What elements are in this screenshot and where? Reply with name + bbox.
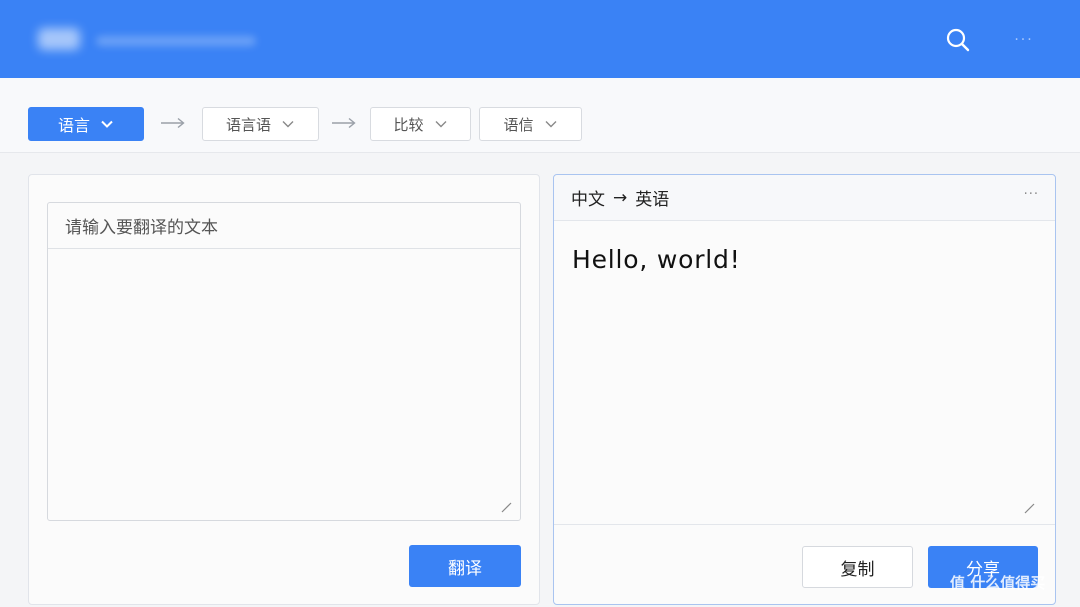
language-toolbar: 语言 语言语 比较 语信: [0, 78, 1080, 153]
compare-select[interactable]: 比较: [370, 107, 471, 141]
language-select-primary[interactable]: 语言: [28, 107, 144, 141]
site-watermark: 值 什么值得买: [950, 568, 1045, 596]
translation-result: Hello, world!: [572, 245, 741, 274]
input-placeholder[interactable]: 请输入要翻译的文本: [48, 203, 520, 249]
select-label: 语言: [57, 116, 90, 135]
target-language: 英语: [635, 190, 670, 210]
source-text-area[interactable]: 请输入要翻译的文本: [47, 202, 521, 521]
chevron-down-icon: [100, 117, 114, 131]
language-select-2[interactable]: 语言语: [202, 107, 319, 141]
resize-handle-icon[interactable]: [500, 498, 512, 513]
direction-arrow: →: [613, 187, 628, 208]
more-menu-button[interactable]: ···: [1004, 24, 1044, 56]
source-language: 中文: [571, 190, 605, 210]
arrow-right-icon: [160, 114, 186, 132]
app-title: [96, 36, 256, 46]
select-label: 语信: [503, 115, 534, 134]
search-button[interactable]: [940, 24, 976, 56]
result-panel: 中文 → 英语 ··· Hello, world! 复制 分享: [553, 174, 1056, 605]
copy-button[interactable]: 复制: [802, 546, 913, 588]
result-header: 中文 → 英语 ···: [554, 175, 1055, 221]
watermark-text: 值 什么值得买: [950, 573, 1046, 592]
arrow-right-icon: [331, 114, 357, 132]
divider: [554, 524, 1055, 525]
chevron-down-icon: [544, 117, 558, 131]
app-logo: [38, 28, 80, 50]
select-label: 比较: [393, 115, 424, 134]
input-panel: 请输入要翻译的文本 翻译: [28, 174, 540, 605]
chevron-down-icon: [281, 117, 295, 131]
app-header: ···: [0, 0, 1080, 78]
search-icon: [946, 28, 970, 52]
result-more-button[interactable]: ···: [1024, 187, 1039, 202]
language-select-4[interactable]: 语信: [479, 107, 582, 141]
resize-handle-icon[interactable]: [1023, 499, 1035, 514]
chevron-down-icon: [434, 117, 448, 131]
translate-button[interactable]: 翻译: [409, 545, 521, 587]
select-label: 语言语: [225, 115, 271, 134]
